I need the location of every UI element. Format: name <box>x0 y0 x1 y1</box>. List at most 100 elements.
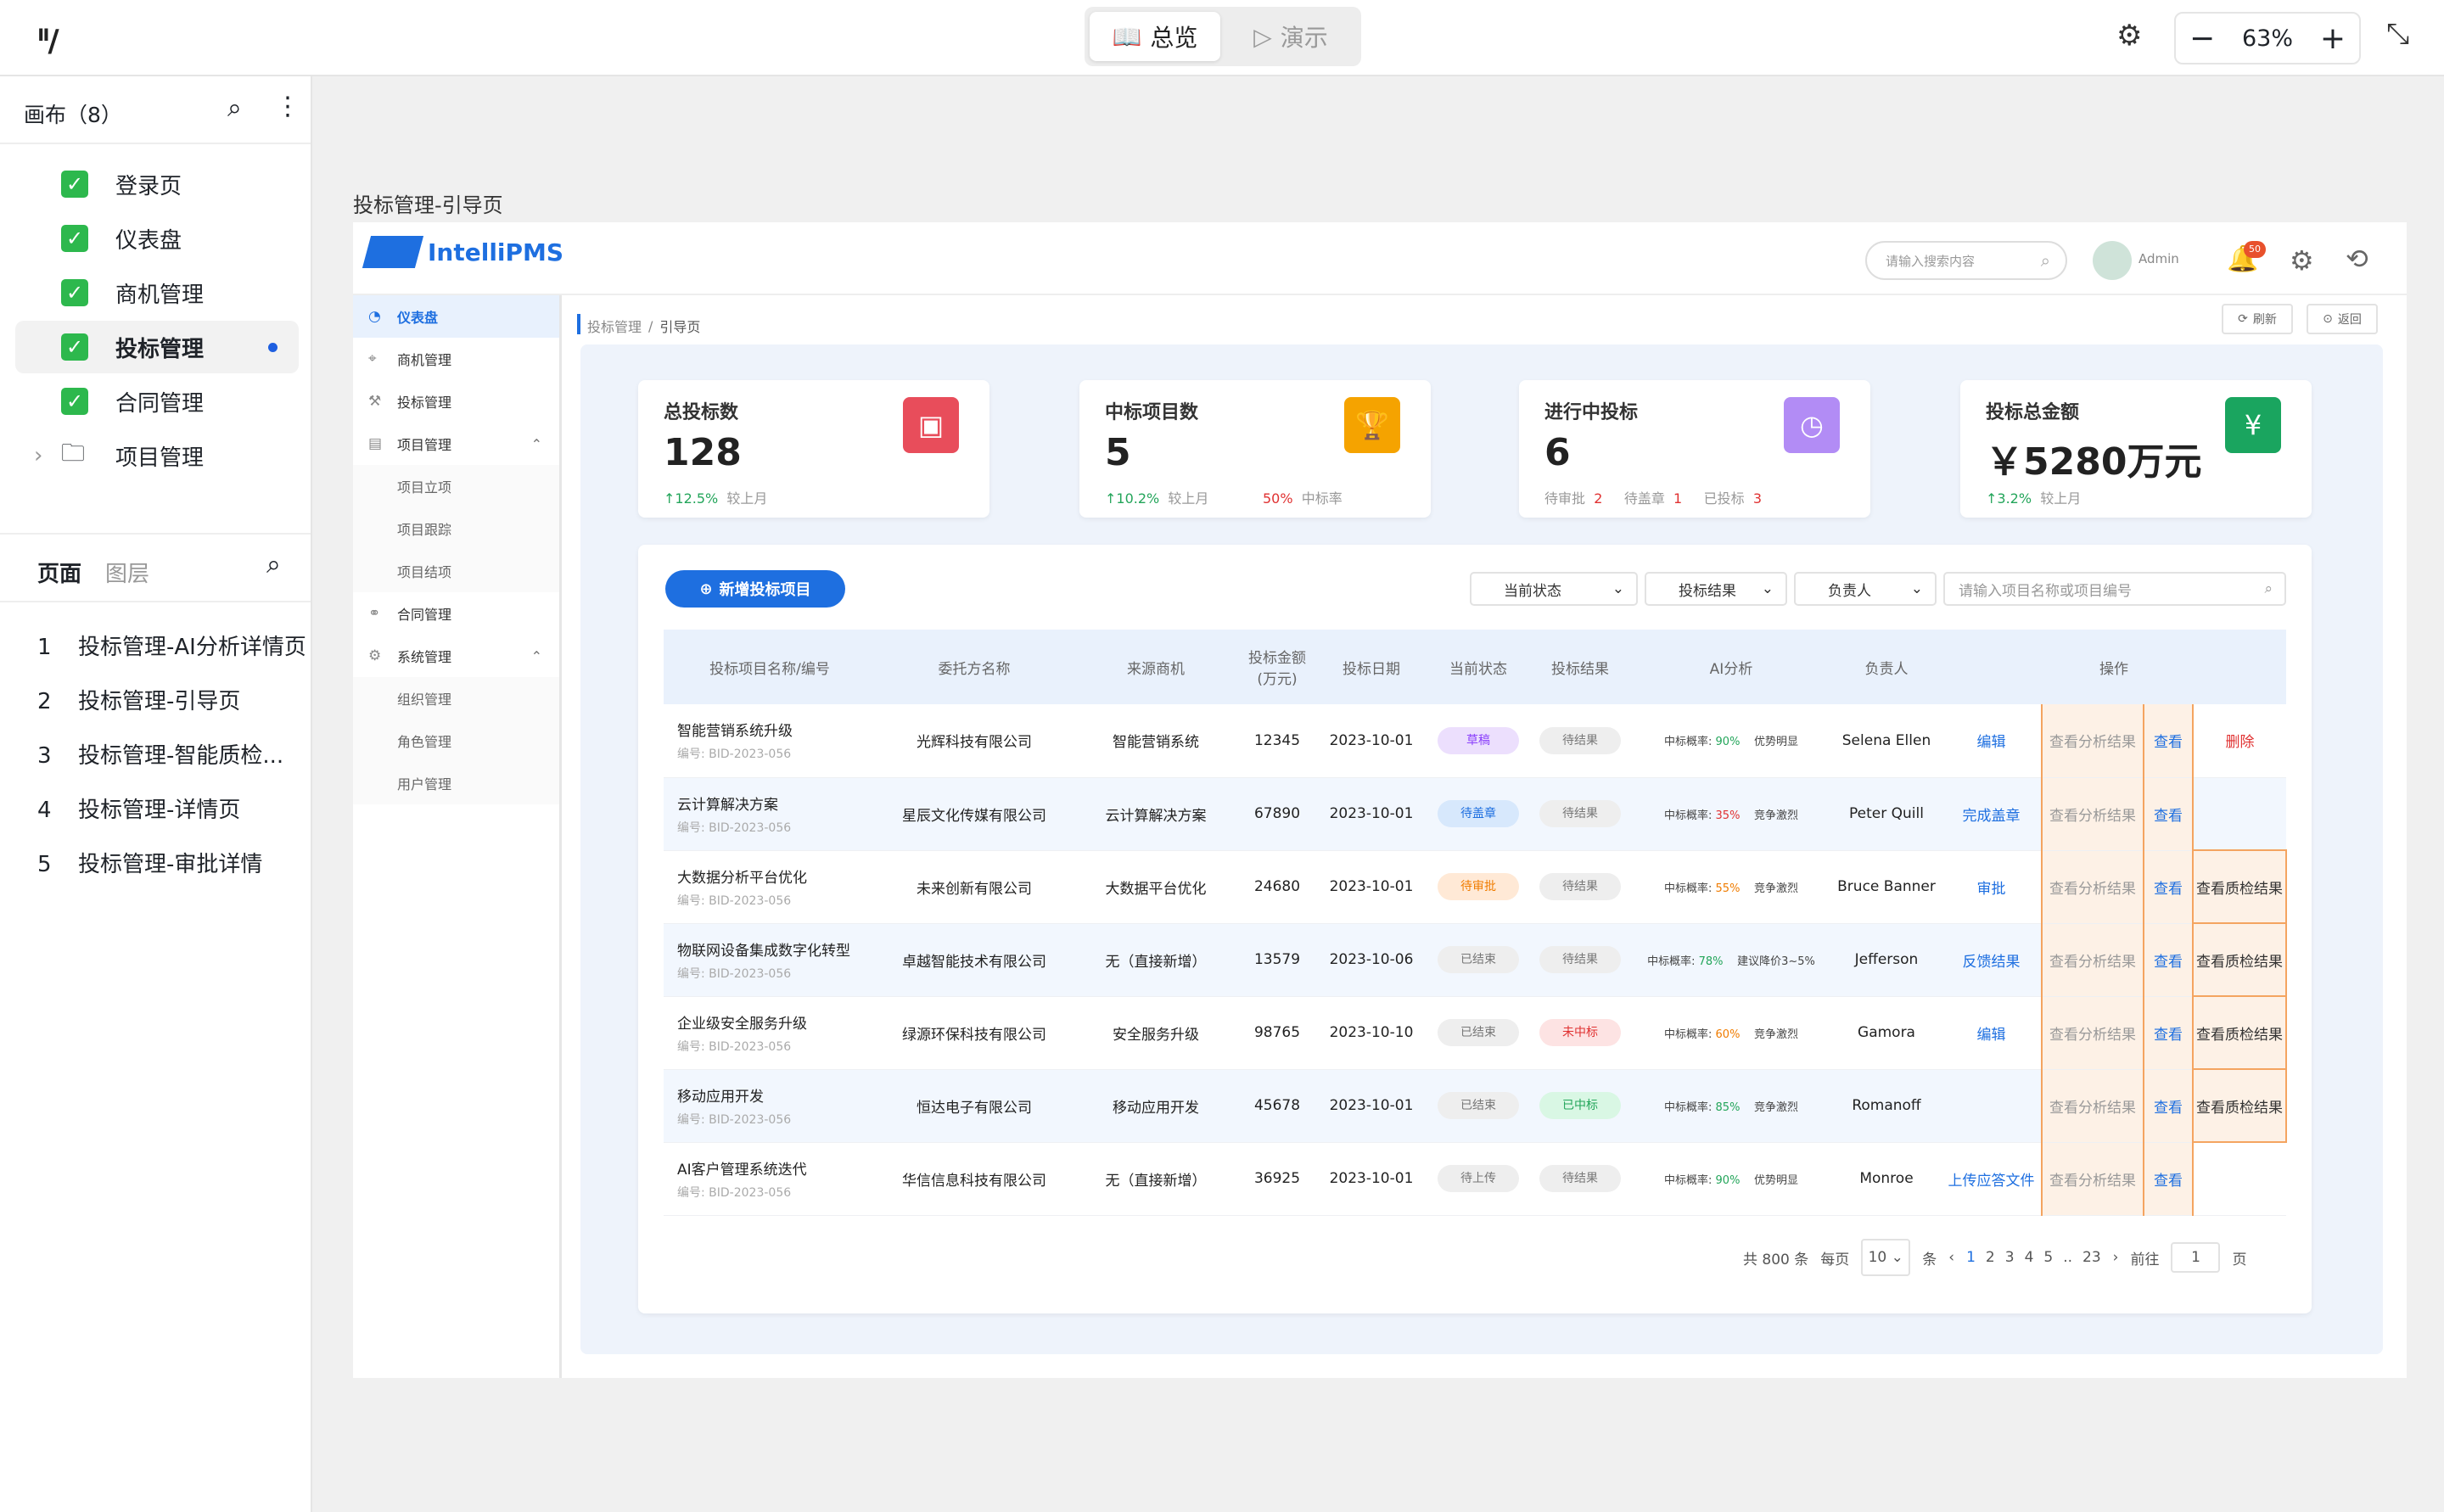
action-primary-link[interactable]: 编辑 <box>1942 996 2042 1070</box>
view-link[interactable]: 查看 <box>2143 777 2194 851</box>
table-row[interactable]: 物联网设备集成数字化转型 编号: BID-2023-056 卓越智能技术有限公司 无（… <box>664 922 2287 997</box>
owner-filter[interactable]: 负责人 ⌄ <box>1794 572 1937 606</box>
view-link[interactable]: 查看 <box>2143 850 2194 924</box>
mode-present-button[interactable]: ▷ 演示 <box>1225 12 1356 61</box>
canvas-item-project[interactable]: › 🗀 项目管理 <box>15 429 299 482</box>
refresh-button[interactable]: ⟳ 刷新 <box>2222 304 2293 334</box>
goto-page-input[interactable]: 1 <box>2171 1242 2221 1273</box>
table-row[interactable]: 云计算解决方案 编号: BID-2023-056 星辰文化传媒有限公司 云计算解决方案… <box>664 777 2286 851</box>
canvas-item-opportunity[interactable]: ✓ 商机管理 <box>15 266 299 319</box>
view-link[interactable]: 查看 <box>2143 1142 2194 1216</box>
zoom-in-button[interactable]: + <box>2320 21 2346 56</box>
date-cell: 2023-10-01 <box>1315 850 1427 924</box>
page-item[interactable]: 5 投标管理-审批详情 <box>37 847 262 881</box>
prev-page-icon[interactable]: ‹ <box>1948 1249 1954 1266</box>
table-row[interactable]: 智能营销系统升级 编号: BID-2023-056 光辉科技有限公司 智能营销系统 12… <box>664 704 2286 778</box>
menu-item-project[interactable]: ▤ 项目管理 ⌃ <box>353 423 559 465</box>
action-extra-link[interactable]: 查看质检结果 <box>2192 922 2287 997</box>
more-icon[interactable]: ⋮ <box>275 92 300 121</box>
action-extra-link[interactable]: 查看质检结果 <box>2192 849 2287 924</box>
page-number[interactable]: .. <box>2063 1249 2072 1266</box>
menu-item-project-close[interactable]: 项目结项 <box>353 550 559 592</box>
status-filter[interactable]: 当前状态 ⌄ <box>1470 572 1638 606</box>
action-extra-link[interactable] <box>2193 1142 2286 1216</box>
next-page-icon[interactable]: › <box>2113 1249 2119 1266</box>
menu-item-opportunity[interactable]: ⌖ 商机管理 <box>353 338 559 380</box>
collapse-icon[interactable]: ⤡ <box>2386 17 2409 51</box>
action-extra-link[interactable]: 删除 <box>2193 704 2286 778</box>
menu-item-contract[interactable]: ⚭ 合同管理 <box>353 592 559 635</box>
page-size-select[interactable]: 10 ⌄ <box>1861 1239 1911 1276</box>
page-item[interactable]: 3 投标管理-智能质检... <box>37 738 283 772</box>
action-primary-link[interactable]: 完成盖章 <box>1942 777 2042 851</box>
avatar[interactable] <box>2093 241 2132 280</box>
clock-icon: ◷ <box>1784 397 1840 453</box>
search-icon[interactable]: ⌕ <box>227 93 242 123</box>
logout-icon[interactable]: ⟲ <box>2346 243 2368 275</box>
table-row[interactable]: 企业级安全服务升级 编号: BID-2023-056 绿源环保科技有限公司 安全服务升… <box>664 995 2287 1070</box>
action-primary-link[interactable]: 审批 <box>1942 850 2042 924</box>
view-analysis-link[interactable]: 查看分析结果 <box>2041 996 2144 1070</box>
menu-item-user[interactable]: 用户管理 <box>353 762 559 804</box>
action-extra-link[interactable]: 查看质检结果 <box>2192 1068 2287 1143</box>
action-primary-link[interactable] <box>1942 1069 2042 1143</box>
page-item[interactable]: 2 投标管理-引导页 <box>37 684 240 718</box>
page-number[interactable]: 3 <box>2005 1249 2015 1266</box>
page-number[interactable]: 1 <box>1966 1249 1976 1266</box>
view-link[interactable]: 查看 <box>2143 996 2194 1070</box>
menu-item-project-track[interactable]: 项目跟踪 <box>353 507 559 550</box>
source-cell: 安全服务升级 <box>1073 996 1239 1070</box>
zoom-level[interactable]: 63% <box>2242 25 2293 52</box>
tab-layers[interactable]: 图层 <box>105 557 149 588</box>
menu-item-dashboard[interactable]: ◔ 仪表盘 <box>353 295 559 338</box>
chevron-right-icon[interactable]: › <box>34 443 42 468</box>
action-primary-link[interactable]: 反馈结果 <box>1942 923 2042 997</box>
menu-item-project-init[interactable]: 项目立项 <box>353 465 559 507</box>
view-analysis-link[interactable]: 查看分析结果 <box>2041 777 2144 851</box>
table-row[interactable]: AI客户管理系统迭代 编号: BID-2023-056 华信信息科技有限公司 无（直接… <box>664 1142 2286 1216</box>
global-search-input[interactable]: 请输入搜索内容 ⌕ <box>1865 241 2067 280</box>
page-item[interactable]: 1 投标管理-AI分析详情页 <box>37 630 306 664</box>
menu-item-org[interactable]: 组织管理 <box>353 677 559 720</box>
page-item[interactable]: 4 投标管理-详情页 <box>37 792 240 826</box>
action-primary-link[interactable]: 上传应答文件 <box>1942 1142 2042 1216</box>
table-row[interactable]: 大数据分析平台优化 编号: BID-2023-056 未来创新有限公司 大数据平台优化… <box>664 849 2287 924</box>
action-primary-link[interactable]: 编辑 <box>1942 704 2042 778</box>
canvas-item-login[interactable]: ✓ 登录页 <box>15 158 299 210</box>
sliders-icon[interactable]: ⚙ <box>2116 19 2142 53</box>
view-analysis-link[interactable]: 查看分析结果 <box>2041 850 2144 924</box>
view-analysis-link[interactable]: 查看分析结果 <box>2041 923 2144 997</box>
menu-item-system[interactable]: ⚙ 系统管理 ⌃ <box>353 635 559 677</box>
project-search-input[interactable]: 请输入项目名称或项目编号 ⌕ <box>1943 572 2286 606</box>
back-button[interactable]: ⊙ 返回 <box>2307 304 2378 334</box>
page-number[interactable]: 23 <box>2082 1249 2101 1266</box>
action-extra-link[interactable]: 查看质检结果 <box>2192 995 2287 1070</box>
view-link[interactable]: 查看 <box>2143 704 2194 778</box>
breadcrumb-root[interactable]: 投标管理 <box>587 316 642 336</box>
frame-title[interactable]: 投标管理-引导页 <box>353 188 503 218</box>
page-number[interactable]: 4 <box>2025 1249 2034 1266</box>
tab-pages[interactable]: 页面 <box>37 557 81 588</box>
table-row[interactable]: 移动应用开发 编号: BID-2023-056 恒达电子有限公司 移动应用开发 4567… <box>664 1068 2287 1143</box>
result-filter[interactable]: 投标结果 ⌄ <box>1645 572 1787 606</box>
mode-overview-button[interactable]: 📖 总览 <box>1090 12 1220 61</box>
page-number[interactable]: 5 <box>2043 1249 2053 1266</box>
page-number[interactable]: 2 <box>1986 1249 1995 1266</box>
search-icon[interactable]: ⌕ <box>266 550 281 580</box>
app-logo-icon[interactable]: ᑊᑊ/ <box>37 24 59 59</box>
add-bid-button[interactable]: ⊕ 新增投标项目 <box>665 570 845 608</box>
zoom-out-button[interactable]: − <box>2189 21 2215 56</box>
canvas-item-dashboard[interactable]: ✓ 仪表盘 <box>15 212 299 265</box>
gear-icon[interactable]: ⚙ <box>2290 244 2314 277</box>
view-link[interactable]: 查看 <box>2143 923 2194 997</box>
view-analysis-link[interactable]: 查看分析结果 <box>2041 1142 2144 1216</box>
view-analysis-link[interactable]: 查看分析结果 <box>2041 704 2144 778</box>
view-analysis-link[interactable]: 查看分析结果 <box>2041 1069 2144 1143</box>
result-cell: 已中标 <box>1529 1069 1631 1143</box>
action-extra-link[interactable] <box>2193 777 2286 851</box>
menu-item-bidding[interactable]: ⚒ 投标管理 <box>353 380 559 423</box>
canvas-item-bidding[interactable]: ✓ 投标管理 <box>15 321 299 373</box>
canvas-item-contract[interactable]: ✓ 合同管理 <box>15 375 299 428</box>
menu-item-role[interactable]: 角色管理 <box>353 720 559 762</box>
view-link[interactable]: 查看 <box>2143 1069 2194 1143</box>
